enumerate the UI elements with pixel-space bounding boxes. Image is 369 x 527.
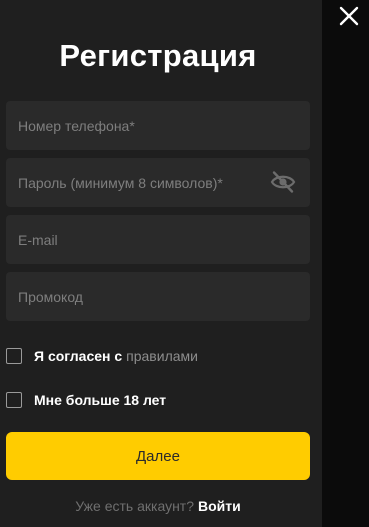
login-prompt: Уже есть аккаунт? Войти: [0, 498, 316, 514]
terms-label: Я согласен с: [34, 348, 123, 364]
page-title: Регистрация: [59, 38, 257, 73]
password-field-wrapper: [6, 158, 310, 207]
has-account-text: Уже есть аккаунт?: [75, 498, 195, 514]
promo-code-input[interactable]: [6, 272, 310, 321]
terms-checkbox[interactable]: [6, 348, 22, 364]
email-field-wrapper: [6, 215, 310, 264]
login-link[interactable]: Войти: [198, 498, 241, 514]
age-row: Мне больше 18 лет: [6, 390, 166, 410]
rules-link[interactable]: правилами: [126, 348, 198, 364]
terms-row: Я согласен с правилами: [6, 346, 198, 366]
age-checkbox[interactable]: [6, 392, 22, 408]
age-label: Мне больше 18 лет: [34, 392, 167, 408]
phone-input[interactable]: [6, 101, 310, 150]
email-input[interactable]: [6, 215, 310, 264]
phone-field-wrapper: [6, 101, 310, 150]
next-button[interactable]: Далее: [6, 432, 310, 480]
eye-off-icon[interactable]: [270, 170, 296, 194]
password-input[interactable]: [6, 158, 310, 207]
modal-backdrop[interactable]: [322, 0, 369, 527]
close-icon[interactable]: [338, 5, 360, 27]
promo-field-wrapper: [6, 272, 310, 321]
